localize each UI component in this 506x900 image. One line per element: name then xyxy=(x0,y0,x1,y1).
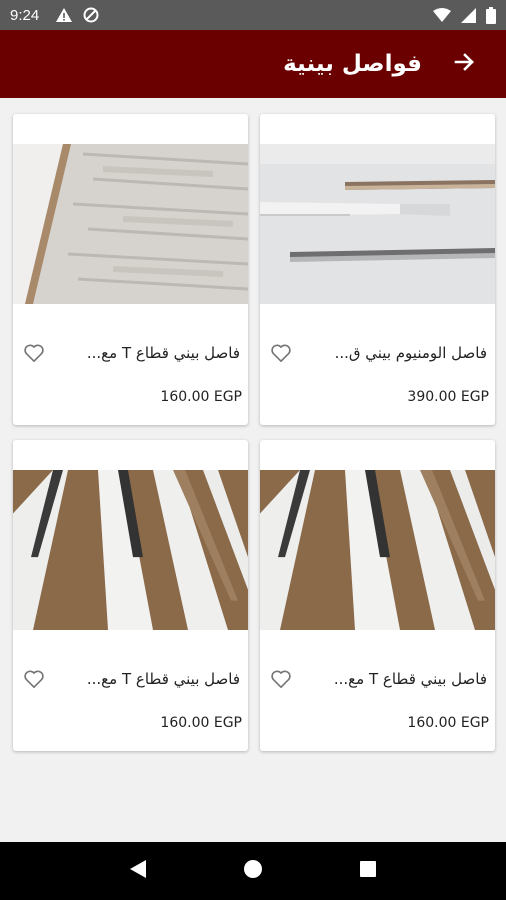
product-price: 160.00 EGP xyxy=(160,389,242,405)
alert-icon xyxy=(55,7,73,23)
favorite-button[interactable] xyxy=(21,342,47,368)
product-name: فاصل بيني قطاع T مع... xyxy=(86,344,240,362)
heart-outline-icon xyxy=(270,343,292,367)
aluminium-profile-photo xyxy=(260,144,495,304)
recents-square-icon xyxy=(359,860,377,882)
heart-outline-icon xyxy=(270,669,292,693)
wifi-icon xyxy=(433,8,451,22)
back-button[interactable] xyxy=(444,44,484,84)
heart-outline-icon xyxy=(23,669,45,693)
product-card[interactable]: فاصل الومنيوم بيني ق... 390.00 EGP xyxy=(260,114,495,425)
product-price: 390.00 EGP xyxy=(407,389,489,405)
product-price: 160.00 EGP xyxy=(160,715,242,731)
nav-recents-button[interactable] xyxy=(348,851,388,891)
favorite-button[interactable] xyxy=(268,342,294,368)
wood-floor-profile-photo xyxy=(13,144,248,304)
arrow-back-icon xyxy=(452,50,476,78)
app-bar: فواصل بينية xyxy=(0,30,506,98)
product-name: فاصل الومنيوم بيني ق... xyxy=(334,344,487,362)
nav-home-button[interactable] xyxy=(233,851,273,891)
status-time: 9:24 xyxy=(10,6,40,24)
page-title: فواصل بينية xyxy=(283,51,422,77)
nav-back-button[interactable] xyxy=(118,851,158,891)
signal-icon xyxy=(461,7,476,23)
heart-outline-icon xyxy=(23,343,45,367)
product-name: فاصل بيني قطاع T مع... xyxy=(333,670,487,688)
product-card[interactable]: فاصل بيني قطاع T مع... 160.00 EGP xyxy=(13,440,248,751)
product-name: فاصل بيني قطاع T مع... xyxy=(86,670,240,688)
product-price: 160.00 EGP xyxy=(407,715,489,731)
back-triangle-icon xyxy=(129,859,147,883)
navigation-bar xyxy=(0,842,506,900)
no-disturb-icon xyxy=(83,7,99,23)
product-card[interactable]: فاصل بيني قطاع T مع... 160.00 EGP xyxy=(260,440,495,751)
home-circle-icon xyxy=(243,859,263,883)
white-t-profile-photo xyxy=(260,470,495,630)
favorite-button[interactable] xyxy=(21,668,47,694)
battery-icon xyxy=(486,6,496,24)
status-bar: 9:24 xyxy=(0,0,506,30)
white-t-profile-photo xyxy=(13,470,248,630)
product-card[interactable]: فاصل بيني قطاع T مع... 160.00 EGP xyxy=(13,114,248,425)
favorite-button[interactable] xyxy=(268,668,294,694)
